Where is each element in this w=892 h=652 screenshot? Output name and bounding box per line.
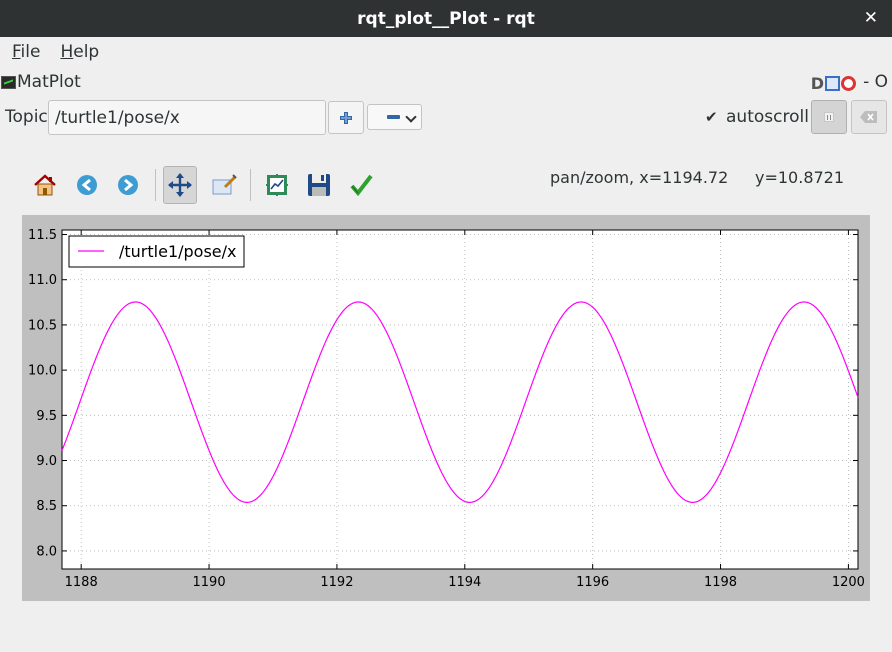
checkbox-checked-icon[interactable]: ✔ (705, 110, 719, 125)
autoscroll-checkbox[interactable]: ✔ autoscroll (705, 107, 809, 127)
minus-icon (387, 115, 400, 119)
close-plugin-button[interactable]: - O (863, 72, 888, 92)
add-topic-button[interactable] (328, 101, 364, 134)
plugin-title-bar: MatPlot D - O (0, 70, 892, 96)
x-tick-label: 1194 (448, 575, 481, 590)
x-tick-label: 1192 (320, 575, 353, 590)
remove-topic-button[interactable] (367, 104, 422, 130)
pan-zoom-button[interactable] (163, 166, 197, 204)
home-icon (34, 174, 56, 196)
topic-row: Topic ✔ autoscroll (0, 100, 892, 136)
dock-d-icon[interactable]: D (811, 74, 824, 93)
window-title: rqt_plot__Plot - rqt (357, 8, 535, 29)
close-icon[interactable]: ✕ (864, 8, 878, 28)
clear-icon (860, 111, 877, 123)
menu-bar: File Help (0, 37, 892, 67)
zoom-rect-button[interactable] (207, 166, 241, 204)
home-button[interactable] (28, 166, 62, 204)
x-tick-label: 1196 (576, 575, 609, 590)
menu-help[interactable]: Help (60, 42, 99, 62)
pause-button[interactable] (811, 100, 847, 134)
y-tick-label: 9.5 (36, 409, 57, 424)
apply-icon (350, 174, 373, 197)
forward-icon (118, 175, 138, 195)
pause-icon (824, 112, 834, 122)
menu-file-mnemonic: F (12, 42, 21, 62)
menu-help-label: elp (73, 42, 100, 62)
plus-icon (340, 111, 352, 124)
save-button[interactable] (302, 166, 336, 204)
dock-buttons: D (811, 74, 856, 93)
y-tick-label: 10.0 (28, 364, 57, 379)
topic-input[interactable] (48, 100, 326, 135)
toolbar-separator (250, 169, 251, 201)
toolbar-separator (155, 169, 156, 201)
x-tick-label: 1190 (193, 575, 226, 590)
back-button[interactable] (70, 166, 104, 204)
back-icon (77, 175, 97, 195)
forward-button[interactable] (111, 166, 145, 204)
axes-frame (61, 229, 859, 570)
menu-file-label: ile (20, 42, 41, 62)
y-tick-label: 11.5 (28, 228, 57, 243)
cursor-status: pan/zoom, x=1194.72 (550, 168, 729, 187)
apply-button[interactable] (344, 166, 378, 204)
x-tick-label: 1198 (704, 575, 737, 590)
y-tick-label: 11.0 (28, 273, 57, 288)
clear-button[interactable] (851, 100, 887, 134)
y-tick-label: 10.5 (28, 318, 57, 333)
pan-zoom-icon (168, 173, 192, 197)
topic-label: Topic (5, 107, 48, 127)
plot-svg[interactable]: 1188 1190 1192 1194 1196 1198 1200 8.0 8.5 9.0 9.5… (22, 215, 870, 601)
y-tick-label: 8.0 (36, 544, 57, 559)
plugin-title: MatPlot (17, 72, 81, 92)
x-tick-label: 1188 (65, 575, 98, 590)
configure-subplots-button[interactable] (260, 166, 294, 204)
configure-subplots-icon (266, 174, 288, 196)
legend-label: /turtle1/pose/x (119, 242, 237, 261)
help-icon[interactable] (841, 76, 856, 91)
cursor-status-y: y=10.8721 (755, 168, 845, 187)
autoscroll-label: autoscroll (726, 107, 809, 127)
y-tick-label: 9.0 (36, 454, 57, 469)
menu-file[interactable]: File (12, 42, 40, 62)
y-tick-label: 8.5 (36, 499, 57, 514)
configure-icon[interactable] (825, 76, 840, 91)
x-tick-label: 1200 (832, 575, 865, 590)
matplot-icon (1, 76, 16, 89)
window-titlebar: rqt_plot__Plot - rqt ✕ (0, 0, 892, 37)
save-icon (308, 174, 330, 196)
menu-help-mnemonic: H (60, 42, 74, 62)
chevron-down-icon (405, 111, 417, 123)
legend: /turtle1/pose/x (68, 235, 245, 268)
zoom-rect-icon (212, 174, 237, 195)
plot-toolbar: pan/zoom, x=1194.72 y=10.8721 (0, 160, 892, 210)
plot-canvas[interactable]: 1188 1190 1192 1194 1196 1198 1200 8.0 8.5 9.0 9.5… (22, 215, 870, 601)
